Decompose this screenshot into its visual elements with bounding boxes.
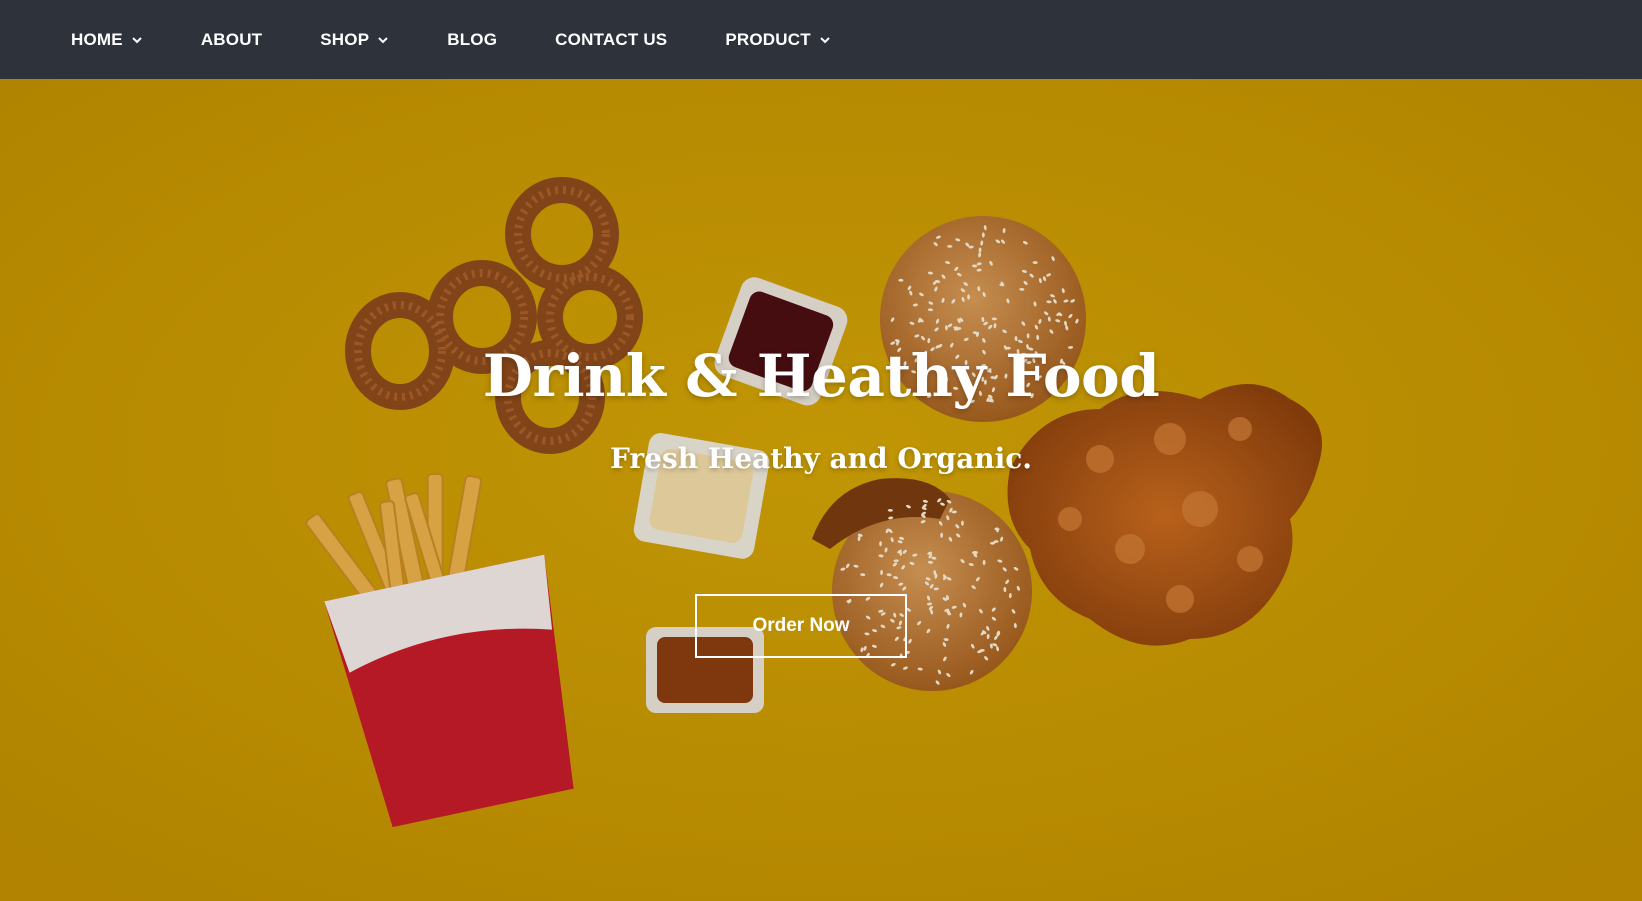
chevron-down-icon <box>378 36 388 43</box>
nav-item-label: BLOG <box>447 29 498 49</box>
chevron-down-icon <box>820 36 830 43</box>
nav-item-home[interactable]: HOME <box>71 30 143 50</box>
hero-subtitle: Fresh Heathy and Organic. <box>609 442 1033 475</box>
top-navbar: HOME ABOUT SHOP BLOG CONTACT US PRODUCT <box>0 0 1642 79</box>
nav-item-label: CONTACT US <box>555 29 668 49</box>
chevron-down-icon <box>132 36 142 43</box>
nav-item-blog[interactable]: BLOG <box>447 30 497 50</box>
nav-item-about[interactable]: ABOUT <box>201 30 262 50</box>
nav-item-label: ABOUT <box>200 29 263 49</box>
hero-banner: Drink & Heathy Food Fresh Heathy and Org… <box>0 79 1642 901</box>
nav-item-shop[interactable]: SHOP <box>320 30 389 50</box>
nav-item-label: PRODUCT <box>725 29 811 49</box>
order-now-button[interactable]: Order Now <box>695 594 907 658</box>
nav-menu: HOME ABOUT SHOP BLOG CONTACT US PRODUCT <box>0 30 889 50</box>
nav-item-label: HOME <box>71 29 123 49</box>
hero-title: Drink & Heathy Food <box>482 342 1160 410</box>
nav-item-product[interactable]: PRODUCT <box>725 30 830 50</box>
food-background-image <box>0 79 1642 901</box>
nav-item-contact-us[interactable]: CONTACT US <box>555 30 667 50</box>
nav-item-label: SHOP <box>320 29 370 49</box>
